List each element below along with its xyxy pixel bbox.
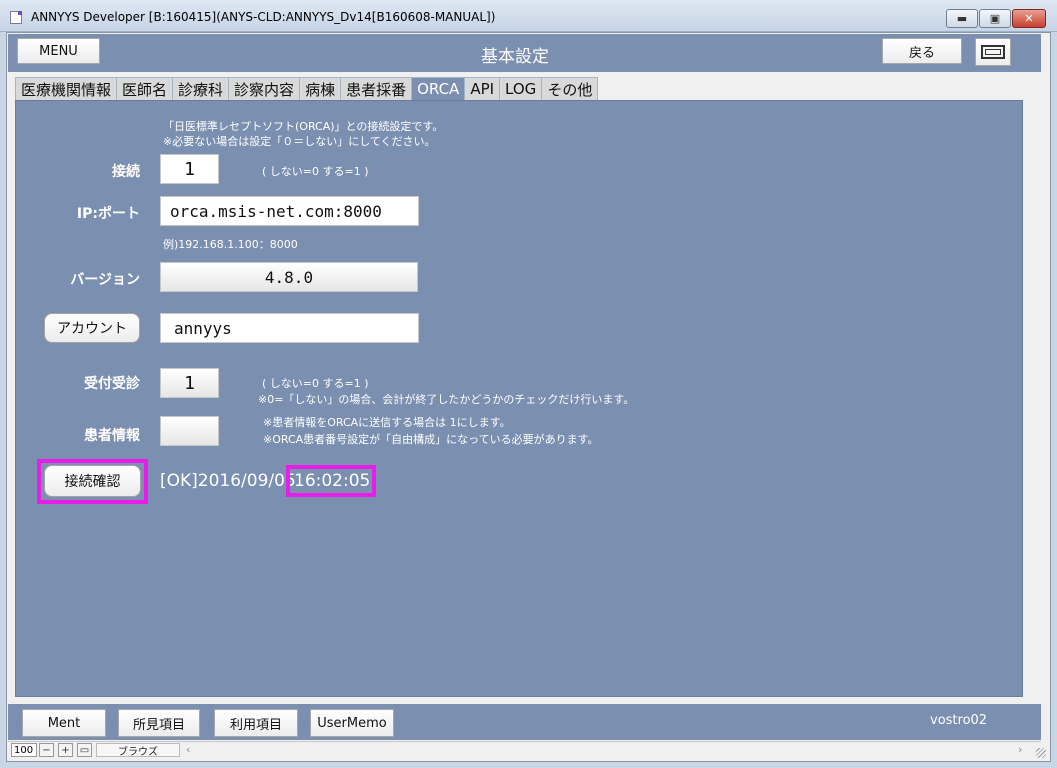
minimize-button[interactable]: ▬ [946,9,978,28]
ip-port-field[interactable]: orca.msis-net.com:8000 [160,196,419,226]
back-button[interactable]: 戻る [882,38,962,64]
toolbar-toggle-icon[interactable]: ▭ [77,743,92,757]
tab-api[interactable]: API [464,77,501,100]
connect-label: 接続 [112,164,140,180]
connection-check-button[interactable]: 接続確認 [44,465,141,497]
reception-hint: ( しない=0 する=1 ) [262,377,369,390]
account-field[interactable]: annyys [160,313,419,343]
connection-status-time: 16:02:05 [294,471,371,491]
connect-field[interactable]: 1 [160,154,219,184]
tab-department[interactable]: 診療科 [172,77,230,100]
maximize-button[interactable]: ▣ [979,9,1011,28]
patient-info-note-2: ※ORCA患者番号設定が「自由構成」になっている必要があります。 [263,433,599,446]
connection-status-date: [OK]2016/09/05 [160,471,296,491]
ip-port-label: IP:ポート [76,206,140,222]
ip-port-example: 例)192.168.1.100：8000 [163,238,298,251]
close-button[interactable]: ✕ [1012,9,1046,28]
zoom-out-icon[interactable]: − [39,743,54,757]
findings-items-button[interactable]: 所見項目 [118,709,200,737]
mode-indicator: ブラウズ [96,743,180,758]
usage-items-button[interactable]: 利用項目 [214,709,298,737]
scroll-left-icon[interactable]: ‹ [186,743,190,756]
tab-exam-content[interactable]: 診察内容 [228,77,301,100]
zoom-level[interactable]: 100 [11,743,37,757]
zoom-in-icon[interactable]: + [58,743,73,757]
version-field[interactable]: 4.8.0 [160,262,418,292]
intro-line-2: ※必要ない場合は設定「０＝しない」にしてください。 [163,135,436,148]
patient-info-label: 患者情報 [84,428,140,444]
version-label: バージョン [70,272,140,288]
reception-field[interactable]: 1 [160,368,219,398]
account-button[interactable]: アカウント [44,313,140,343]
tab-ward[interactable]: 病棟 [299,77,342,100]
app-icon [10,11,22,24]
reception-label: 受付受診 [84,376,140,392]
page-title: 基本設定 [481,47,549,67]
tab-log[interactable]: LOG [499,77,543,100]
reception-note: ※0=「しない」の場合、会計が終了したかどうかのチェックだけ行います。 [258,393,635,406]
patient-info-field[interactable] [160,416,219,446]
ment-button[interactable]: Ment [22,709,106,737]
scroll-right-icon[interactable]: › [1018,743,1022,756]
resize-grip-icon[interactable] [1036,748,1046,758]
window-toggle-button[interactable] [975,38,1011,66]
user-name: vostro02 [930,713,988,728]
tab-orca[interactable]: ORCA [411,77,466,100]
tab-medical-institution[interactable]: 医療機関情報 [15,77,118,100]
tab-doctor-name[interactable]: 医師名 [116,77,174,100]
patient-info-note-1: ※患者情報をORCAに送信する場合は 1にします。 [263,416,511,429]
tab-patient-numbering[interactable]: 患者採番 [340,77,413,100]
menu-button[interactable]: MENU [17,38,100,64]
usermemo-button[interactable]: UserMemo [310,709,394,737]
tabs: 医療機関情報 医師名 診療科 診察内容 病棟 患者採番 ORCA API LOG… [15,77,599,100]
connect-hint: ( しない=0 する=1 ) [262,165,369,178]
tab-other[interactable]: その他 [541,77,599,100]
window-icon [981,45,1005,59]
window-title: ANNYYS Developer [B:160415](ANYS-CLD:ANN… [31,10,496,24]
window-titlebar: ANNYYS Developer [B:160415](ANYS-CLD:ANN… [0,0,1057,32]
intro-line-1: 「日医標準レセプトソフト(ORCA)」との接続設定です。 [163,120,444,133]
